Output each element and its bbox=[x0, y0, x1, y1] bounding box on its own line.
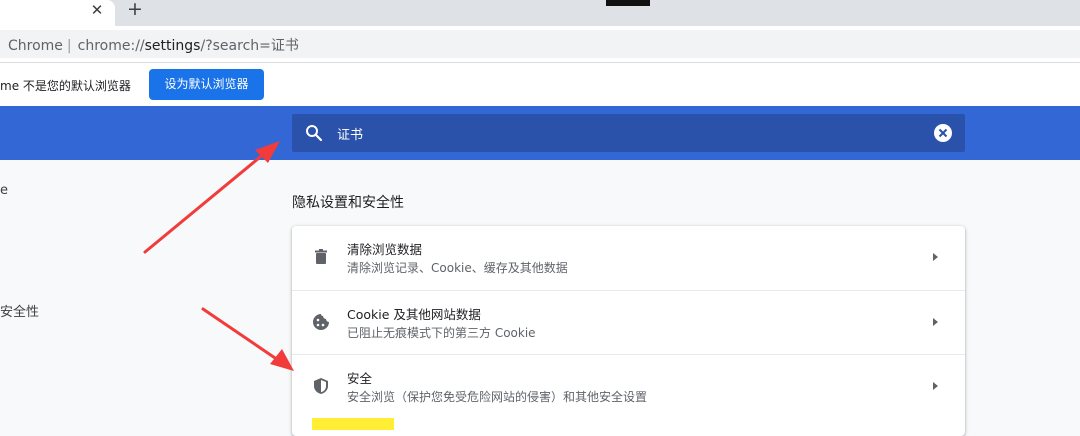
arrow-right-icon bbox=[933, 318, 938, 326]
settings-header: 证书 bbox=[0, 106, 1080, 160]
row-title: 清除浏览数据 bbox=[347, 242, 423, 257]
clear-search-icon[interactable] bbox=[934, 124, 952, 142]
window-decoration bbox=[606, 0, 650, 6]
url-rest: /?search=证书 bbox=[200, 38, 299, 54]
privacy-card: 清除浏览数据 清除浏览记录、Cookie、缓存及其他数据 Cookie 及其他网… bbox=[292, 226, 965, 436]
row-subtitle: 清除浏览记录、Cookie、缓存及其他数据 bbox=[347, 261, 568, 275]
infobar-message: me 不是您的默认浏览器 bbox=[0, 79, 131, 93]
tab-strip: ✕ + bbox=[0, 0, 1080, 26]
sidebar-item-privacy-security[interactable]: 安全性 bbox=[0, 301, 39, 320]
section-title: 隐私设置和安全性 bbox=[292, 195, 404, 211]
row-title: 安全 bbox=[347, 371, 373, 386]
row-subtitle: 安全浏览（保护您免受危险网站的侵害）和其他安全设置 bbox=[347, 390, 648, 404]
settings-search-field[interactable]: 证书 bbox=[292, 114, 965, 152]
set-default-browser-button[interactable]: 设为默认浏览器 bbox=[149, 69, 264, 100]
active-tab[interactable]: ✕ bbox=[0, 0, 115, 26]
default-browser-infobar: me 不是您的默认浏览器 设为默认浏览器 bbox=[0, 62, 1080, 106]
row-title: Cookie 及其他网站数据 bbox=[347, 307, 481, 322]
shield-icon bbox=[314, 378, 328, 394]
search-icon bbox=[306, 125, 323, 142]
tab-close-icon[interactable]: ✕ bbox=[88, 1, 106, 19]
highlight-mark bbox=[312, 418, 394, 430]
arrow-right-icon bbox=[933, 253, 938, 261]
arrow-right-icon bbox=[933, 382, 938, 390]
cookies-row[interactable]: Cookie 及其他网站数据 已阻止无痕模式下的第三方 Cookie bbox=[292, 291, 965, 354]
sidebar-item-partial[interactable]: e bbox=[0, 183, 8, 198]
address-bar[interactable]: Chrome | chrome://settings/?search=证书 bbox=[0, 30, 1080, 58]
search-input[interactable]: 证书 bbox=[337, 124, 363, 143]
url-app-label: Chrome bbox=[8, 38, 63, 54]
url-separator: | bbox=[66, 38, 72, 54]
trash-icon bbox=[315, 249, 327, 264]
cookie-icon bbox=[313, 314, 329, 330]
url-prefix: chrome:// bbox=[77, 38, 145, 54]
security-row[interactable]: 安全 安全浏览（保护您免受危险网站的侵害）和其他安全设置 bbox=[292, 355, 965, 418]
annotation-arrow-security bbox=[201, 307, 294, 371]
new-tab-button[interactable]: + bbox=[124, 0, 146, 20]
row-subtitle: 已阻止无痕模式下的第三方 Cookie bbox=[347, 326, 536, 340]
clear-browsing-data-row[interactable]: 清除浏览数据 清除浏览记录、Cookie、缓存及其他数据 bbox=[292, 226, 965, 289]
url-host: settings bbox=[144, 38, 201, 54]
url-text[interactable]: Chrome | chrome://settings/?search=证书 bbox=[8, 35, 299, 55]
